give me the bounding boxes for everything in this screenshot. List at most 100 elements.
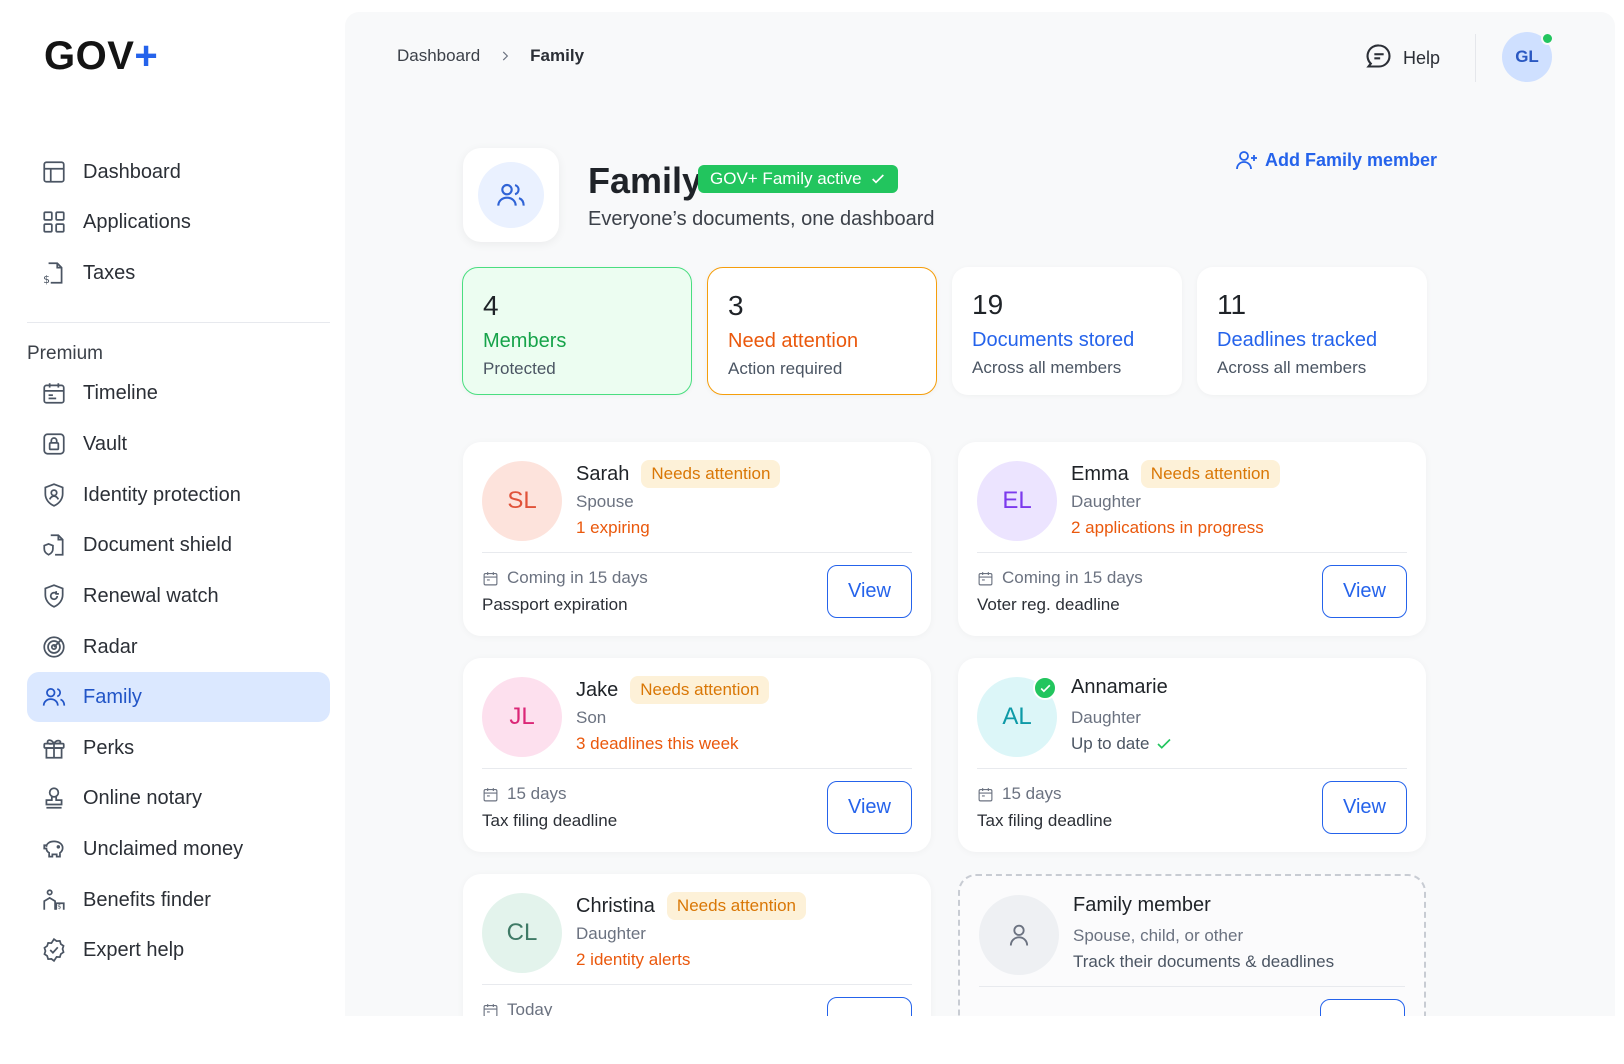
sidebar-item-unclaimed-money[interactable]: Unclaimed money (27, 824, 330, 874)
member-name: Christina (576, 894, 655, 917)
view-button[interactable]: View (827, 565, 912, 618)
sidebar-item-perks[interactable]: Perks (27, 723, 330, 773)
calendar-icon (483, 571, 498, 585)
sidebar-item-identity-protection[interactable]: Identity protection (27, 470, 330, 520)
check-icon (871, 174, 884, 184)
needs-attention-badge: Needs attention (666, 892, 807, 920)
sidebar-item-label: Renewal watch (83, 584, 219, 607)
member-status-text: 2 applications in progress (1071, 518, 1264, 537)
layout-icon (41, 159, 67, 185)
avatar: SL (482, 461, 562, 541)
sidebar-item-label: Expert help (83, 938, 185, 961)
sidebar-item-label: Document shield (83, 533, 232, 556)
sidebar-item-label: Family (83, 685, 142, 708)
task-name: Passport expiration (482, 595, 628, 614)
avatar: EL (977, 461, 1057, 541)
card-divider (977, 768, 1407, 769)
add-family-member-button[interactable]: Add Family member (1235, 148, 1437, 172)
needs-attention-badge: Needs attention (641, 460, 781, 488)
stat-sub: Action required (728, 359, 843, 378)
status-badge: GOV+ Family active (698, 165, 898, 193)
check-icon (1157, 738, 1172, 749)
stat-label: Documents stored (972, 329, 1135, 351)
stat-card-deadlines[interactable]: 11 Deadlines tracked Across all members (1197, 267, 1427, 395)
sidebar: GOV+ Dashboard Applications $ Taxes Prem… (0, 0, 345, 1064)
sidebar-item-applications[interactable]: Applications (27, 197, 330, 247)
card-divider (482, 984, 912, 985)
user-avatar[interactable]: GL (1502, 32, 1554, 82)
sidebar-divider (27, 322, 330, 323)
topbar-divider (1475, 34, 1476, 82)
member-card-sarah[interactable]: SL Sarah Needs attention Spouse 1 expiri… (463, 442, 931, 636)
sidebar-item-radar[interactable]: Radar (27, 622, 330, 672)
member-card-emma[interactable]: EL Emma Needs attention Daughter 2 appli… (958, 442, 1426, 636)
member-role: Spouse (576, 492, 634, 511)
sidebar-item-online-notary[interactable]: Online notary (27, 773, 330, 823)
view-button[interactable]: View (1322, 781, 1407, 834)
needs-attention-badge: Needs attention (630, 676, 770, 704)
family-icon-tile (463, 148, 559, 242)
sidebar-item-timeline[interactable]: Timeline (27, 368, 330, 418)
view-button[interactable]: View (1322, 565, 1407, 618)
sidebar-item-expert-help[interactable]: Expert help (27, 925, 330, 975)
sidebar-item-label: Identity protection (83, 483, 241, 506)
user-initials: GL (1515, 47, 1539, 66)
member-status-text: Up to date (1071, 734, 1150, 753)
member-name: Emma (1071, 462, 1129, 485)
member-name: Sarah (576, 462, 630, 485)
member-role: Daughter (1071, 708, 1141, 727)
breadcrumb-family: Family (530, 46, 585, 65)
sidebar-item-dashboard[interactable]: Dashboard (27, 147, 330, 197)
member-card-annamarie[interactable]: AL Annamarie Daughter Up to date 15 days… (958, 658, 1426, 852)
brand-logo[interactable]: GOV+ (44, 34, 158, 79)
brand-name: GOV (44, 34, 135, 78)
stat-card-members[interactable]: 4 Members Protected (462, 267, 692, 395)
member-status-text: 2 identity alerts (576, 950, 691, 969)
member-name-row: Annamarie (1071, 676, 1168, 699)
stat-label: Members (483, 330, 567, 352)
users-icon (478, 162, 544, 228)
sidebar-item-label: Unclaimed money (83, 837, 244, 860)
member-status: 2 applications in progress (1071, 518, 1264, 538)
stat-number: 11 (1217, 289, 1247, 320)
breadcrumb-dashboard[interactable]: Dashboard (397, 46, 480, 66)
member-card-jake[interactable]: JL Jake Needs attention Son 3 deadlines … (463, 658, 931, 852)
shield-user-icon (41, 482, 67, 508)
sidebar-item-renewal-watch[interactable]: Renewal watch (27, 571, 330, 621)
stat-card-documents[interactable]: 19 Documents stored Across all members (952, 267, 1182, 395)
stat-label: Need attention (728, 330, 859, 352)
member-status: 2 identity alerts (576, 950, 690, 970)
stat-card-need-attention[interactable]: 3 Need attention Action required (707, 267, 937, 395)
placeholder-description: Track their documents & deadlines (1073, 952, 1334, 972)
sidebar-item-taxes[interactable]: $ Taxes (27, 248, 330, 298)
due-text: 15 days (1002, 784, 1062, 803)
document-shield-icon (41, 532, 67, 558)
stat-number: 3 (728, 290, 744, 321)
view-button[interactable]: View (827, 781, 912, 834)
needs-attention-badge: Needs attention (1140, 460, 1280, 488)
user-placeholder-icon (979, 895, 1059, 975)
due-info: Coming in 15 days (482, 568, 648, 588)
gift-icon (41, 735, 67, 761)
viewport-bottom-edge (0, 1016, 1624, 1064)
due-text: Coming in 15 days (1002, 568, 1143, 587)
sidebar-item-document-shield[interactable]: Document shield (27, 520, 330, 570)
task-name: Tax filing deadline (977, 811, 1113, 830)
stat-sub: Across all members (972, 358, 1122, 377)
renewal-shield-icon (41, 583, 67, 609)
stat-label: Deadlines tracked (1217, 329, 1378, 351)
app-root: GOV+ Dashboard Applications $ Taxes Prem… (0, 0, 1624, 1064)
sidebar-item-vault[interactable]: Vault (27, 419, 330, 469)
help-button[interactable]: Help (1365, 42, 1440, 75)
sidebar-item-family[interactable]: Family (27, 672, 330, 722)
stat-sub: Protected (483, 359, 556, 378)
help-label: Help (1403, 48, 1441, 68)
svg-text:$: $ (57, 903, 61, 911)
member-name: Annamarie (1071, 676, 1168, 698)
member-name-row: Sarah Needs attention (576, 460, 781, 488)
member-status-text: 3 deadlines this week (576, 734, 739, 753)
sidebar-item-benefits-finder[interactable]: $ Benefits finder (27, 875, 330, 925)
member-name-row: Jake Needs attention (576, 676, 770, 704)
sidebar-item-label: Perks (83, 736, 135, 759)
sidebar-item-label: Online notary (83, 786, 202, 809)
